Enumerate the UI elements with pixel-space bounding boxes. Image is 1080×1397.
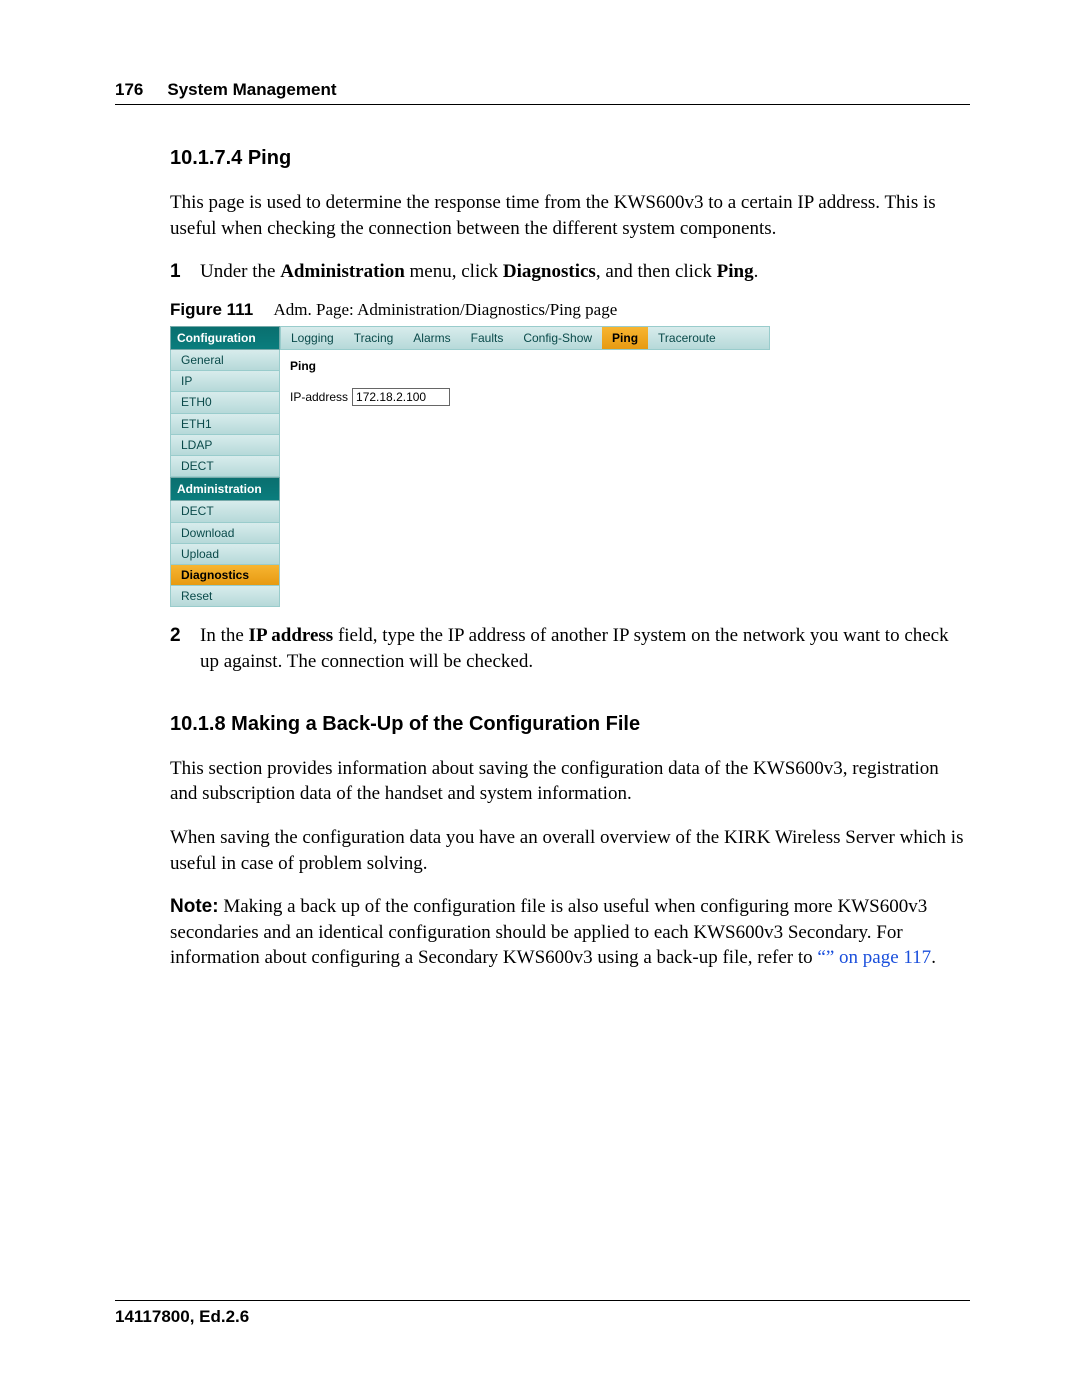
tab-traceroute[interactable]: Traceroute (648, 327, 726, 349)
header-rule (115, 104, 970, 105)
figure-caption-text: Adm. Page: Administration/Diagnostics/Pi… (273, 300, 617, 319)
chapter-title: System Management (167, 80, 336, 100)
ping-intro: This page is used to determine the respo… (170, 190, 970, 241)
page-117-link[interactable]: “” on page 117 (817, 947, 931, 968)
sidebar: Configuration General IP ETH0 ETH1 LDAP … (170, 326, 280, 607)
sidebar-item-diagnostics[interactable]: Diagnostics (170, 565, 280, 586)
running-header: 176 System Management (115, 80, 970, 100)
tab-config-show[interactable]: Config-Show (513, 327, 602, 349)
step-1-text: Under the Administration menu, click Dia… (200, 259, 970, 285)
sidebar-item-eth1[interactable]: ETH1 (170, 414, 280, 435)
backup-note: Note: Making a back up of the configurat… (170, 894, 970, 971)
step-1: 1 Under the Administration menu, click D… (170, 259, 970, 285)
step-number: 1 (170, 259, 200, 285)
document-id: 14117800, Ed.2.6 (115, 1307, 970, 1327)
sidebar-header-administration: Administration (170, 477, 280, 501)
sidebar-item-download[interactable]: Download (170, 523, 280, 544)
backup-p2: When saving the configuration data you h… (170, 825, 970, 876)
tab-bar: Logging Tracing Alarms Faults Config-Sho… (280, 326, 770, 350)
note-label: Note: (170, 896, 219, 917)
tab-faults[interactable]: Faults (461, 327, 514, 349)
sidebar-item-ldap[interactable]: LDAP (170, 435, 280, 456)
sidebar-item-dect[interactable]: DECT (170, 456, 280, 477)
footer-rule (115, 1300, 970, 1301)
sidebar-header-configuration: Configuration (170, 326, 280, 350)
sidebar-item-general[interactable]: General (170, 350, 280, 371)
tab-logging[interactable]: Logging (281, 327, 344, 349)
step-2-text: In the IP address field, type the IP add… (200, 623, 970, 674)
step-2: 2 In the IP address field, type the IP a… (170, 623, 970, 674)
sidebar-item-eth0[interactable]: ETH0 (170, 392, 280, 413)
tab-alarms[interactable]: Alarms (403, 327, 460, 349)
footer: 14117800, Ed.2.6 (115, 1300, 970, 1327)
ip-address-label: IP-address (290, 389, 348, 405)
tab-ping[interactable]: Ping (602, 327, 648, 349)
heading-ping: 10.1.7.4 Ping (170, 145, 970, 172)
backup-p1: This section provides information about … (170, 756, 970, 807)
ip-address-input[interactable] (352, 388, 450, 406)
panel-title: Ping (290, 358, 760, 374)
heading-backup: 10.1.8 Making a Back-Up of the Configura… (170, 711, 970, 738)
sidebar-item-admin-dect[interactable]: DECT (170, 501, 280, 522)
tab-tracing[interactable]: Tracing (344, 327, 404, 349)
step-number: 2 (170, 623, 200, 674)
page-number: 176 (115, 80, 143, 100)
figure-caption: Figure 111 Adm. Page: Administration/Dia… (170, 299, 970, 322)
sidebar-item-upload[interactable]: Upload (170, 544, 280, 565)
figure-label: Figure 111 (170, 300, 253, 319)
admin-screenshot: Configuration General IP ETH0 ETH1 LDAP … (170, 326, 770, 607)
main-panel: Logging Tracing Alarms Faults Config-Sho… (280, 326, 770, 607)
sidebar-item-reset[interactable]: Reset (170, 586, 280, 607)
sidebar-item-ip[interactable]: IP (170, 371, 280, 392)
